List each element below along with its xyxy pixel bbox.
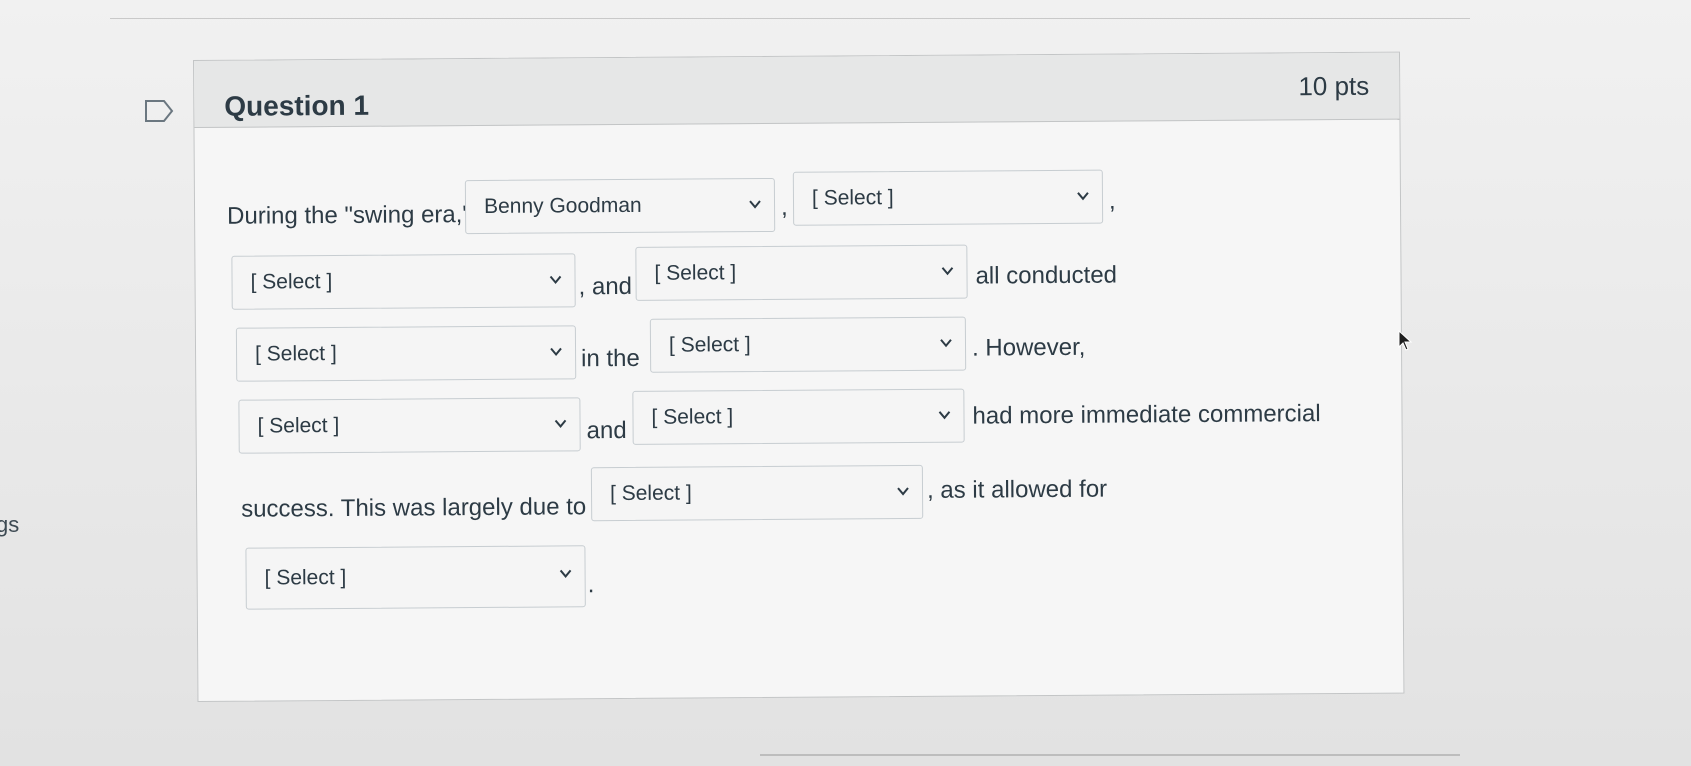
answer-select-1[interactable]: Benny Goodman xyxy=(464,177,776,235)
question-header: Question 1 10 pts xyxy=(194,52,1400,128)
answer-select-3[interactable]: [ Select ] xyxy=(231,253,576,310)
select-value: [ Select ] xyxy=(250,270,333,294)
sentence-text: , and xyxy=(578,272,633,301)
divider xyxy=(760,754,1460,756)
chevron-down-icon xyxy=(549,275,562,285)
chevron-down-icon xyxy=(1077,192,1089,201)
answer-select-4[interactable]: [ Select ] xyxy=(635,244,968,301)
sentence-text: . However, xyxy=(971,333,1086,362)
answer-select-6[interactable]: [ Select ] xyxy=(649,316,967,373)
question-points: 10 pts xyxy=(1298,70,1370,102)
select-value: [ Select ] xyxy=(811,186,894,210)
question-card: Question 1 10 pts During the "swing era,… xyxy=(193,51,1405,702)
answer-select-2[interactable]: [ Select ] xyxy=(792,169,1104,226)
flag-question-icon[interactable] xyxy=(144,99,174,123)
answer-select-5[interactable]: [ Select ] xyxy=(235,325,577,382)
sentence-text: all conducted xyxy=(975,261,1118,290)
answer-select-7[interactable]: [ Select ] xyxy=(238,397,581,454)
select-value: Benny Goodman xyxy=(483,193,642,218)
chevron-down-icon xyxy=(938,411,951,420)
select-value: [ Select ] xyxy=(254,342,337,366)
sidebar-partial-text: gs xyxy=(0,512,20,537)
chevron-down-icon xyxy=(550,347,562,357)
chevron-down-icon xyxy=(559,569,572,578)
select-value: [ Select ] xyxy=(257,413,340,438)
chevron-down-icon xyxy=(554,419,567,429)
answer-select-9[interactable]: [ Select ] xyxy=(590,464,924,522)
sentence-text: , xyxy=(1108,187,1116,215)
select-value: [ Select ] xyxy=(668,333,751,357)
quiz-page: gs Question 1 10 pts During the "swing e… xyxy=(0,0,1691,766)
sentence-text: had more immediate commercial xyxy=(972,400,1321,430)
chevron-down-icon xyxy=(749,200,761,209)
chevron-down-icon xyxy=(941,267,954,276)
mouse-cursor-icon xyxy=(1398,330,1413,351)
select-value: [ Select ] xyxy=(264,565,347,590)
divider xyxy=(110,18,1470,19)
question-body: During the "swing era," Benny Goodman , … xyxy=(194,120,1403,701)
sentence-text: During the "swing era," xyxy=(226,201,472,230)
sentence-text: success. This was largely due to xyxy=(241,493,587,523)
sentence-text: , xyxy=(780,193,788,221)
select-value: [ Select ] xyxy=(654,261,737,285)
sentence-text: in the xyxy=(581,344,640,373)
chevron-down-icon xyxy=(940,339,952,348)
select-value: [ Select ] xyxy=(609,481,692,506)
sentence-text: . xyxy=(587,571,595,599)
answer-select-8[interactable]: [ Select ] xyxy=(632,388,965,445)
question-title: Question 1 xyxy=(224,89,370,122)
answer-select-10[interactable]: [ Select ] xyxy=(245,545,586,610)
chevron-down-icon xyxy=(897,487,909,496)
sentence-text: and xyxy=(586,416,627,445)
select-value: [ Select ] xyxy=(651,405,734,429)
sentence-text: , as it allowed for xyxy=(926,475,1108,504)
